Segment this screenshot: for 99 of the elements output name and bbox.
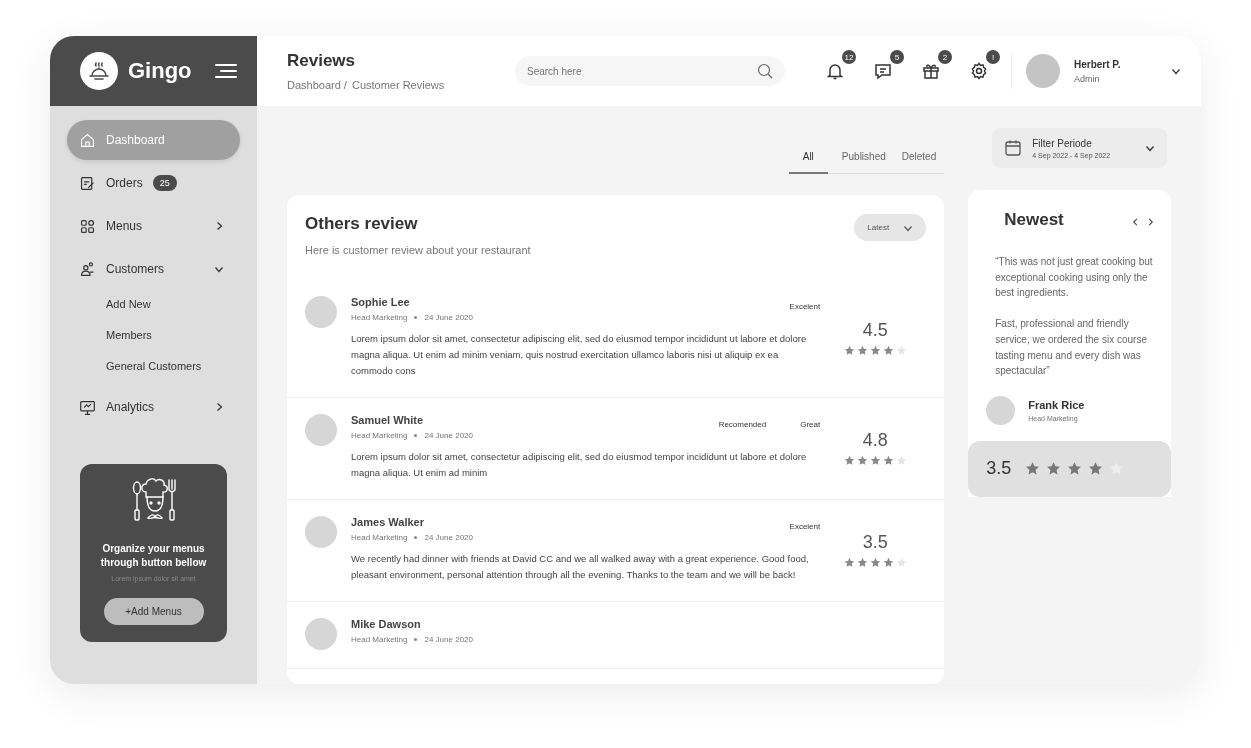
rating-value: 3.5 [862,531,888,553]
rating-value: 4.8 [862,429,888,451]
user-role: Admin [1074,73,1101,84]
chevron-right-icon [214,402,224,412]
nav-item[interactable]: Orders 25 [67,163,240,203]
star-icon [869,454,881,466]
review-date: 24 June 2020 [424,313,473,322]
chevron-down-icon [1145,143,1155,153]
star-icon [1088,461,1104,477]
search-icon[interactable] [757,63,773,79]
review-date: 24 June 2020 [424,431,473,440]
sort-dropdown[interactable]: Latest [854,214,927,241]
star-icon [882,454,894,466]
reviewer-name: Mike Dawson [351,618,422,630]
user-name: Herbert P. [1074,58,1122,70]
star-icon [856,344,868,356]
reviewer-avatar [305,296,337,328]
quote-text: “This was not just great cooking but exceptional cooking using only the best ingredients. [995,255,1154,301]
star-icon [882,344,894,356]
monitor-icon [79,398,96,416]
breadcrumb-link[interactable]: Dashboard / [287,79,347,91]
star-icon [895,344,907,356]
review-text: Lorem ipsum dolor sit amet, consectetur adipiscing elit, sed do eiusmod tempor incididunt ut labore et dolore magna aliqua. Ut enim ad minim [351,450,808,480]
star-icon [1046,461,1062,477]
star-icon [843,344,855,356]
star-icon [895,454,907,466]
review-date: 24 June 2020 [424,533,473,542]
review-tag: Excelent [789,302,821,311]
rating-value: 4.5 [862,319,888,341]
page-title: Reviews [287,51,357,71]
review-tag: Great [800,420,821,429]
star-icon [869,556,881,568]
review-text: Lorem ipsum dolor sit amet, consectetur adipiscing elit, sed do eiusmod tempor incididunt ut labore et dolore magna aliqua. Ut enim ad minim veniam, quis nostrud exercitation ullamco laboris nisi ut aliquip ex ea commodo cons [351,332,808,378]
reviewer-name: Sophie Lee [351,296,411,308]
reviewer-role: Head Marketing [351,313,408,322]
star-icon [843,454,855,466]
filter-tab[interactable]: Deleted [893,151,945,174]
nav-item[interactable]: Analytics [67,387,240,427]
filter-title: Filter Periode [1032,137,1093,149]
filter-tab[interactable]: All [788,151,828,174]
card-subtitle: Here is customer review about your restaurant [305,244,531,256]
filter-tab[interactable]: Published [833,151,894,174]
review-text: We recently had dinner with friends at David CC and we all walked away with a great experience. Good food, pleasant environment, personal attention through all the evening. Thanks to the team and we will be back! [351,552,810,582]
review-date: 24 June 2020 [424,635,473,644]
orders-icon [79,174,96,192]
notification-badge: 5 [890,50,904,64]
users-icon [79,260,96,278]
card-title: Others review [305,214,419,234]
notification-badge: ! [986,50,1000,64]
star-icon [895,556,907,568]
nav-item[interactable]: Customers [67,249,240,289]
reviewer-avatar [305,618,337,650]
reviewer-name: Samuel White [351,414,425,426]
grid-icon [79,217,96,235]
bell-icon[interactable] [825,61,845,81]
reviewer-role: Head Marketing [351,635,408,644]
reviewer-avatar [305,516,337,548]
star-icon [856,454,868,466]
reviewer-role: Head Marketing [351,533,408,542]
star-icon [869,344,881,356]
star-icon [882,556,894,568]
previous-button[interactable] [1131,215,1140,225]
notification-badge: 12 [842,50,856,64]
count-badge: 25 [152,175,177,191]
review-tag: Recomended [718,420,767,429]
search-field[interactable]: Search here [515,56,785,86]
reviewer-avatar [305,414,337,446]
menu-icon[interactable] [215,64,237,78]
settings-icon[interactable] [969,61,989,81]
reviewer-role: Head Marketing [351,431,408,440]
chevron-right-icon [214,221,224,231]
reviewer-name: Frank Rice [1028,398,1085,411]
breadcrumb-current: Customer Reviews [351,79,445,91]
star-icon [1025,461,1041,477]
chat-icon[interactable] [873,61,893,81]
nav-subitem[interactable]: Add New [106,288,240,319]
home-icon [79,131,96,149]
reviewer-avatar [986,395,1016,425]
nav-subitem[interactable]: General Customers [106,350,240,381]
reviewer-name: James Walker [351,516,425,528]
review-tag: Excelent [789,522,821,531]
promo-title: Organize your menus through button bellow [99,542,208,570]
star-icon [856,556,868,568]
rating-value: 3.5 [986,458,1012,480]
next-button[interactable] [1146,215,1155,225]
cloche-logo-icon [80,52,118,90]
notification-badge: 2 [938,50,952,64]
calendar-icon [1004,139,1023,157]
chevron-down-icon [214,264,224,274]
star-icon [1067,461,1083,477]
brand-name: Gingo [128,58,193,84]
nav-item[interactable]: Menus [67,206,240,246]
star-icon [843,556,855,568]
chevron-down-icon [1171,66,1181,76]
user-avatar [1026,54,1060,88]
card-title: Newest [1004,210,1065,230]
add-menus-button[interactable]: +Add Menus [103,598,204,625]
quote-text: Fast, professional and friendly service, we ordered the six course tasting menu and every dish was spectacular” [995,317,1148,379]
nav-subitem[interactable]: Members [106,319,240,350]
